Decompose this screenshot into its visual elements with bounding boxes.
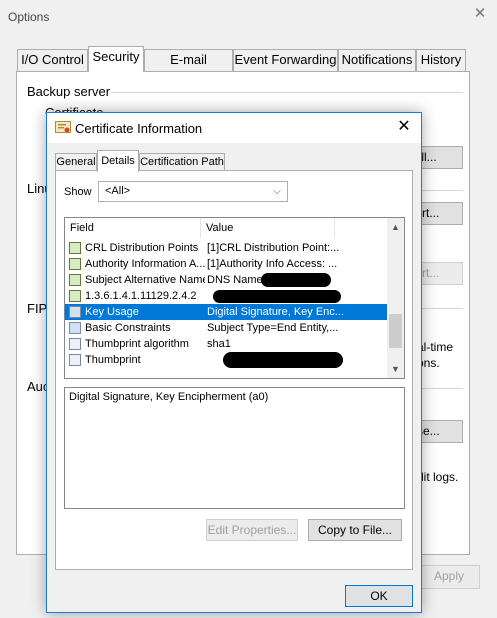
list-item[interactable]: Subject Alternative Name DNS Name= bbox=[65, 272, 388, 288]
list-item[interactable]: Thumbprint bbox=[65, 352, 388, 368]
ok-button[interactable]: OK bbox=[345, 585, 413, 607]
field-name: Key Usage bbox=[85, 306, 139, 318]
certificate-critical-extension-icon bbox=[69, 322, 81, 334]
dialog-close-icon[interactable]: ✕ bbox=[394, 117, 414, 137]
dialog-title-bar: Certificate Information ✕ bbox=[47, 113, 421, 143]
field-value-textbox[interactable]: Digital Signature, Key Encipherment (a0) bbox=[64, 387, 405, 509]
scroll-down-icon[interactable]: ▼ bbox=[391, 364, 400, 374]
backup-server-group-label: Backup server bbox=[27, 84, 111, 99]
field-value: [1]Authority Info Access: ... bbox=[207, 258, 338, 270]
fields-list[interactable]: Field Value CRL Distribution Points [1]C… bbox=[64, 217, 405, 379]
group-divider bbox=[111, 92, 463, 93]
apply-button[interactable]: Apply bbox=[418, 565, 480, 589]
vertical-scrollbar[interactable]: ▲ ▼ bbox=[387, 218, 404, 378]
tab-history[interactable]: History bbox=[416, 49, 466, 71]
field-value: [1]CRL Distribution Point:... bbox=[207, 242, 340, 254]
certificate-extension-icon bbox=[69, 274, 81, 286]
certificate-property-icon bbox=[69, 338, 81, 350]
scrollbar-thumb[interactable] bbox=[389, 314, 402, 348]
redaction-mark bbox=[223, 352, 343, 368]
field-name: Thumbprint algorithm bbox=[85, 338, 189, 350]
scroll-up-icon[interactable]: ▲ bbox=[391, 222, 400, 232]
field-name: Thumbprint bbox=[85, 354, 141, 366]
list-item-selected[interactable]: Key Usage Digital Signature, Key Enc... bbox=[65, 304, 388, 320]
options-title: Options bbox=[8, 10, 50, 24]
certificate-property-icon bbox=[69, 354, 81, 366]
copy-to-file-button[interactable]: Copy to File... bbox=[308, 519, 402, 541]
certificate-extension-icon bbox=[69, 258, 81, 270]
column-header-value[interactable]: Value bbox=[201, 218, 335, 238]
tab-email-settings[interactable]: E-mail Settings bbox=[144, 49, 233, 87]
certificate-information-dialog: Certificate Information ✕ General Detail… bbox=[46, 112, 422, 613]
field-name: CRL Distribution Points bbox=[85, 242, 199, 254]
tab-certification-path[interactable]: Certification Path bbox=[139, 153, 225, 171]
list-item[interactable]: CRL Distribution Points [1]CRL Distribut… bbox=[65, 240, 388, 256]
field-value: Digital Signature, Key Enc... bbox=[207, 306, 344, 318]
tab-event-forwarding[interactable]: Event Forwarding bbox=[233, 49, 338, 71]
field-value: sha1 bbox=[207, 338, 231, 350]
show-label: Show bbox=[64, 186, 92, 198]
certificate-critical-extension-icon bbox=[69, 306, 81, 318]
options-close-icon[interactable]: ✕ bbox=[472, 6, 488, 22]
show-select-value: <All> bbox=[105, 185, 131, 197]
certificate-icon bbox=[55, 121, 71, 133]
field-value: Subject Type=End Entity,... bbox=[207, 322, 339, 334]
list-item[interactable]: 1.3.6.1.4.1.11129.2.4.2 bbox=[65, 288, 388, 304]
redaction-mark bbox=[261, 273, 331, 287]
certificate-extension-icon bbox=[69, 290, 81, 302]
redaction-mark bbox=[213, 290, 341, 303]
field-name: Basic Constraints bbox=[85, 322, 171, 334]
details-panel: Show <All> ⌵ Field Value CRL Distributio… bbox=[55, 170, 413, 570]
field-name: Subject Alternative Name bbox=[85, 274, 205, 286]
field-name: Authority Information A... bbox=[85, 258, 205, 270]
audit-logs-text: dit logs. bbox=[417, 470, 459, 484]
tab-notifications[interactable]: Notifications bbox=[338, 49, 416, 71]
tab-security[interactable]: Security bbox=[88, 46, 144, 72]
list-item[interactable]: Authority Information A... [1]Authority … bbox=[65, 256, 388, 272]
column-header-field[interactable]: Field bbox=[65, 218, 201, 238]
certificate-extension-icon bbox=[69, 242, 81, 254]
list-item[interactable]: Thumbprint algorithm sha1 bbox=[65, 336, 388, 352]
field-name: 1.3.6.1.4.1.11129.2.4.2 bbox=[85, 290, 197, 302]
tab-io-control[interactable]: I/O Control bbox=[17, 49, 88, 71]
tab-details[interactable]: Details bbox=[97, 150, 139, 172]
show-select[interactable]: <All> ⌵ bbox=[98, 181, 288, 202]
realtime-text: al-time bbox=[417, 340, 454, 354]
tab-general[interactable]: General bbox=[55, 153, 97, 171]
edit-properties-button[interactable]: Edit Properties... bbox=[206, 519, 298, 541]
chevron-down-icon: ⌵ bbox=[273, 186, 281, 197]
dialog-title: Certificate Information bbox=[75, 121, 203, 136]
list-item[interactable]: Basic Constraints Subject Type=End Entit… bbox=[65, 320, 388, 336]
